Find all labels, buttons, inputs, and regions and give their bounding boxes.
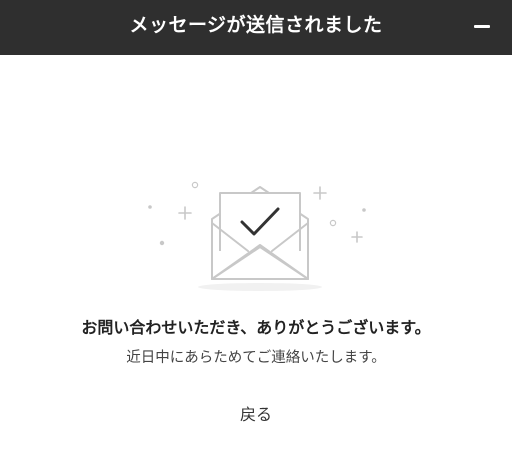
sparkle-plus-icon: [313, 186, 327, 200]
minimize-icon: [474, 25, 490, 28]
thank-you-message: お問い合わせいただき、ありがとうございます。: [81, 318, 431, 337]
envelope-shadow: [198, 283, 322, 291]
dialog-header: メッセージが送信されました: [0, 0, 512, 55]
sparkle-plus-icon: [351, 231, 363, 243]
sparkle-dot-icon: [148, 205, 152, 209]
letter-paper: [219, 192, 301, 251]
minimize-button[interactable]: [470, 14, 494, 38]
sparkle-plus-icon: [178, 206, 192, 220]
back-button[interactable]: 戻る: [216, 400, 296, 430]
follow-up-message: 近日中にあらためてご連絡いたします。: [126, 350, 386, 366]
dialog-title: メッセージが送信されました: [129, 14, 383, 36]
sparkle-circle-icon: [191, 181, 199, 189]
envelope-check-icon: [148, 181, 366, 291]
sparkle-dot-icon: [159, 240, 165, 246]
sparkle-dot-icon: [362, 208, 366, 212]
message-sent-dialog: メッセージが送信されました お問い合わせいただき、ありがとうございます。 近日中…: [0, 0, 512, 459]
sparkle-circle-icon: [329, 219, 337, 227]
